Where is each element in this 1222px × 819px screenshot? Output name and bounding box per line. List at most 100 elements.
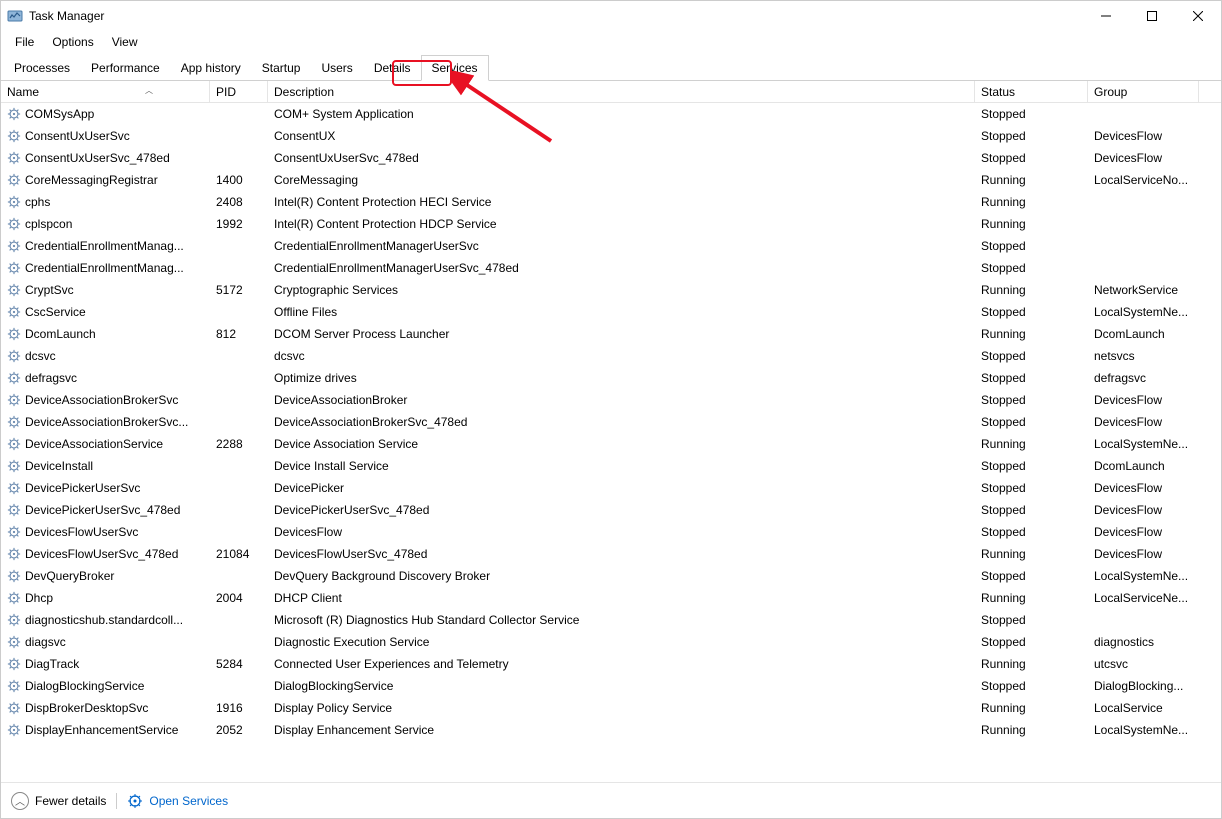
service-name: DeviceAssociationBrokerSvc [25,393,178,407]
services-grid[interactable]: COMSysAppCOM+ System ApplicationStoppedC… [1,103,1221,782]
gear-icon [7,591,21,605]
tab-performance[interactable]: Performance [80,55,171,80]
gear-icon [7,481,21,495]
service-row[interactable]: DevicePickerUserSvcDevicePickerStoppedDe… [1,477,1221,499]
service-row[interactable]: ConsentUxUserSvc_478edConsentUxUserSvc_4… [1,147,1221,169]
gear-icon [7,723,21,737]
service-pid: 5284 [210,657,268,671]
footer-divider [116,793,117,809]
service-group: DevicesFlow [1088,415,1199,429]
footer: ︿ Fewer details Open Services [1,782,1221,818]
menu-view[interactable]: View [104,33,146,51]
service-group: diagnostics [1088,635,1199,649]
service-row[interactable]: CredentialEnrollmentManag...CredentialEn… [1,257,1221,279]
service-description: Diagnostic Execution Service [268,635,975,649]
service-row[interactable]: DisplayEnhancementService2052Display Enh… [1,719,1221,741]
tab-startup[interactable]: Startup [251,55,312,80]
gear-icon [7,635,21,649]
gear-icon [7,283,21,297]
service-name-cell: DispBrokerDesktopSvc [1,701,210,715]
column-header-group[interactable]: Group [1088,81,1199,102]
tab-processes[interactable]: Processes [3,55,81,80]
service-status: Running [975,657,1088,671]
service-row[interactable]: CscServiceOffline FilesStoppedLocalSyste… [1,301,1221,323]
service-row[interactable]: DevicesFlowUserSvcDevicesFlowStoppedDevi… [1,521,1221,543]
service-row[interactable]: dcsvcdcsvcStoppednetsvcs [1,345,1221,367]
gear-icon [7,437,21,451]
service-status: Running [975,173,1088,187]
tab-bar: Processes Performance App history Startu… [1,53,1221,81]
service-row[interactable]: CredentialEnrollmentManag...CredentialEn… [1,235,1221,257]
service-row[interactable]: DevicesFlowUserSvc_478ed21084DevicesFlow… [1,543,1221,565]
service-row[interactable]: DispBrokerDesktopSvc1916Display Policy S… [1,697,1221,719]
service-name: diagnosticshub.standardcoll... [25,613,183,627]
service-row[interactable]: diagsvcDiagnostic Execution ServiceStopp… [1,631,1221,653]
service-name-cell: diagnosticshub.standardcoll... [1,613,210,627]
service-row[interactable]: CryptSvc5172Cryptographic ServicesRunnin… [1,279,1221,301]
service-description: Device Install Service [268,459,975,473]
service-group: DcomLaunch [1088,459,1199,473]
gear-icon [7,503,21,517]
service-row[interactable]: defragsvcOptimize drivesStoppeddefragsvc [1,367,1221,389]
close-button[interactable] [1175,1,1221,31]
service-row[interactable]: DevQueryBrokerDevQuery Background Discov… [1,565,1221,587]
tab-app-history[interactable]: App history [170,55,252,80]
service-group: LocalService [1088,701,1199,715]
service-row[interactable]: cplspcon1992Intel(R) Content Protection … [1,213,1221,235]
tab-services[interactable]: Services [421,55,489,81]
service-row[interactable]: CoreMessagingRegistrar1400CoreMessagingR… [1,169,1221,191]
service-row[interactable]: cphs2408Intel(R) Content Protection HECI… [1,191,1221,213]
gear-icon [7,195,21,209]
service-row[interactable]: DiagTrack5284Connected User Experiences … [1,653,1221,675]
service-row[interactable]: DeviceAssociationBrokerSvcDeviceAssociat… [1,389,1221,411]
service-group: LocalSystemNe... [1088,305,1199,319]
service-name-cell: defragsvc [1,371,210,385]
service-row[interactable]: ConsentUxUserSvcConsentUXStoppedDevicesF… [1,125,1221,147]
maximize-button[interactable] [1129,1,1175,31]
service-row[interactable]: Dhcp2004DHCP ClientRunningLocalServiceNe… [1,587,1221,609]
services-content: Name ︿ PID Description Status Group COMS… [1,81,1221,782]
minimize-button[interactable] [1083,1,1129,31]
menu-file[interactable]: File [7,33,42,51]
service-status: Stopped [975,107,1088,121]
service-group: DevicesFlow [1088,151,1199,165]
service-row[interactable]: COMSysAppCOM+ System ApplicationStopped [1,103,1221,125]
service-name-cell: DevicesFlowUserSvc_478ed [1,547,210,561]
service-description: Cryptographic Services [268,283,975,297]
service-name: DevQueryBroker [25,569,114,583]
service-pid: 1992 [210,217,268,231]
tab-users[interactable]: Users [310,55,363,80]
service-description: DevicePicker [268,481,975,495]
service-row[interactable]: DeviceAssociationBrokerSvc...DeviceAssoc… [1,411,1221,433]
service-row[interactable]: DevicePickerUserSvc_478edDevicePickerUse… [1,499,1221,521]
gear-icon [7,261,21,275]
column-header-status[interactable]: Status [975,81,1088,102]
service-status: Stopped [975,503,1088,517]
service-status: Stopped [975,239,1088,253]
open-services-link[interactable]: Open Services [127,793,228,809]
service-name-cell: DeviceAssociationBrokerSvc [1,393,210,407]
gear-icon [7,393,21,407]
column-header-description[interactable]: Description [268,81,975,102]
service-row[interactable]: diagnosticshub.standardcoll...Microsoft … [1,609,1221,631]
gear-icon [7,217,21,231]
gear-icon [7,657,21,671]
service-name-cell: DiagTrack [1,657,210,671]
service-row[interactable]: DcomLaunch812DCOM Server Process Launche… [1,323,1221,345]
service-name-cell: CredentialEnrollmentManag... [1,261,210,275]
fewer-details-button[interactable]: ︿ Fewer details [11,792,106,810]
service-status: Stopped [975,459,1088,473]
menu-options[interactable]: Options [44,33,101,51]
service-row[interactable]: DialogBlockingServiceDialogBlockingServi… [1,675,1221,697]
service-status: Stopped [975,635,1088,649]
service-row[interactable]: DeviceAssociationService2288Device Assoc… [1,433,1221,455]
service-status: Running [975,591,1088,605]
service-group: LocalSystemNe... [1088,723,1199,737]
tab-details[interactable]: Details [363,55,422,80]
service-description: Display Enhancement Service [268,723,975,737]
column-header-pid[interactable]: PID [210,81,268,102]
column-header-name[interactable]: Name ︿ [1,81,210,102]
service-row[interactable]: DeviceInstallDevice Install ServiceStopp… [1,455,1221,477]
service-pid: 1400 [210,173,268,187]
service-name-cell: dcsvc [1,349,210,363]
